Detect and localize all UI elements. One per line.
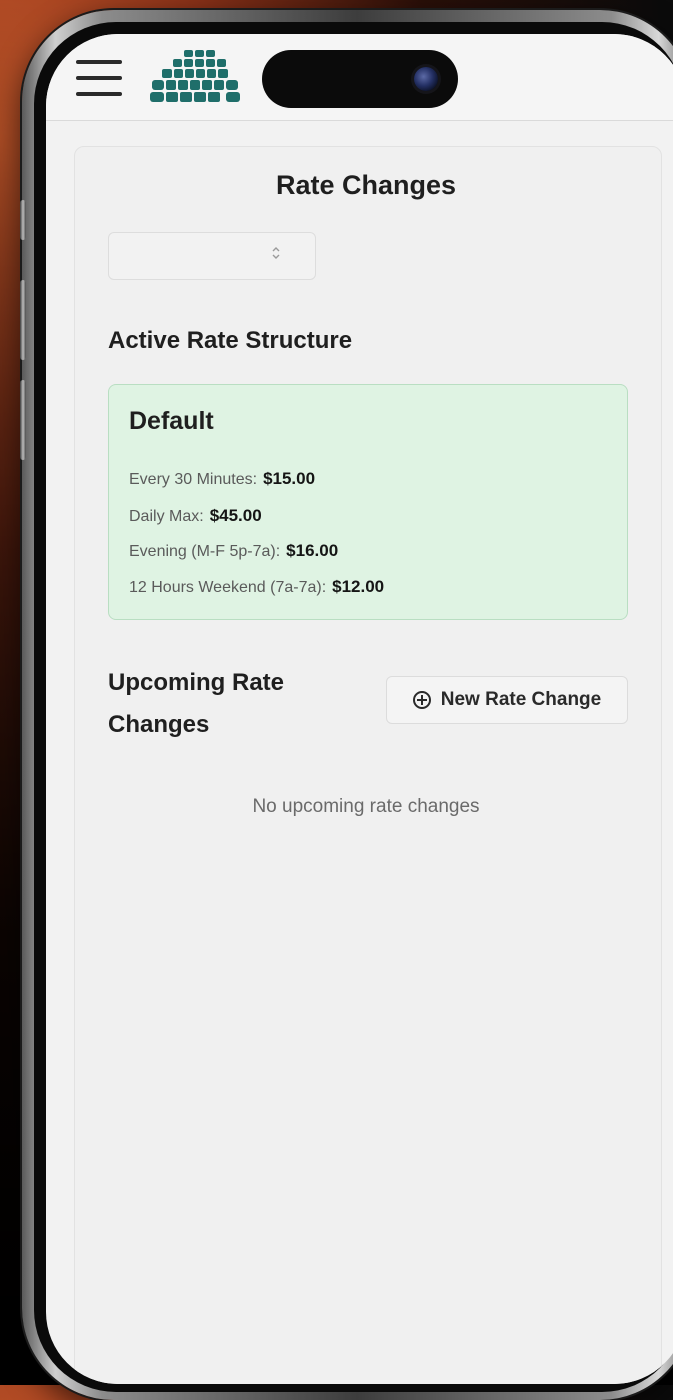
upcoming-heading-line2: Changes bbox=[108, 711, 210, 738]
new-rate-change-button[interactable]: New Rate Change bbox=[386, 676, 628, 724]
rate-amount: $15.00 bbox=[263, 469, 316, 488]
rate-label: Daily Max: bbox=[129, 508, 204, 525]
camera-icon bbox=[414, 67, 438, 91]
active-rate-structure-heading: Active Rate Structure bbox=[108, 327, 353, 354]
rate-label: Evening (M-F 5p-7a): bbox=[129, 543, 281, 560]
page-title: Rate Changes bbox=[275, 170, 457, 200]
phone-volume-down-button bbox=[20, 380, 26, 460]
chevron-up-down-icon bbox=[271, 245, 281, 262]
rate-structure-select[interactable] bbox=[108, 232, 316, 280]
rate-label: 12 Hours Weekend (7a-7a): bbox=[129, 579, 327, 596]
upcoming-heading-line1: Upcoming Rate bbox=[108, 669, 285, 696]
phone-side-button bbox=[20, 200, 26, 240]
rate-label: Every 30 Minutes: bbox=[129, 471, 258, 488]
empty-state-message: No upcoming rate changes bbox=[252, 796, 480, 817]
rate-line: Daily Max: $45.00 bbox=[129, 506, 262, 526]
rate-amount: $12.00 bbox=[332, 577, 385, 596]
rate-line: Every 30 Minutes: $15.00 bbox=[129, 469, 315, 489]
rate-line: 12 Hours Weekend (7a-7a): $12.00 bbox=[129, 577, 384, 597]
rate-structure-name: Default bbox=[129, 407, 214, 435]
active-rate-card: Default Every 30 Minutes: $15.00 Daily Ma… bbox=[108, 384, 628, 620]
new-rate-change-label: New Rate Change bbox=[440, 689, 602, 710]
phone-screen: Rate Changes Active Rate Structure Defau… bbox=[46, 34, 673, 1384]
parking-grid-logo-icon bbox=[150, 50, 240, 102]
rate-amount: $16.00 bbox=[286, 541, 339, 560]
plus-circle-icon bbox=[412, 691, 431, 709]
phone-volume-up-button bbox=[20, 280, 26, 360]
rate-line: Evening (M-F 5p-7a): $16.00 bbox=[129, 541, 338, 561]
rate-amount: $45.00 bbox=[209, 506, 262, 525]
dynamic-island bbox=[262, 50, 458, 108]
hamburger-menu-icon[interactable] bbox=[76, 58, 122, 98]
app-header bbox=[46, 34, 673, 121]
upcoming-rate-changes-heading: Upcoming Rate Changes bbox=[108, 662, 284, 746]
